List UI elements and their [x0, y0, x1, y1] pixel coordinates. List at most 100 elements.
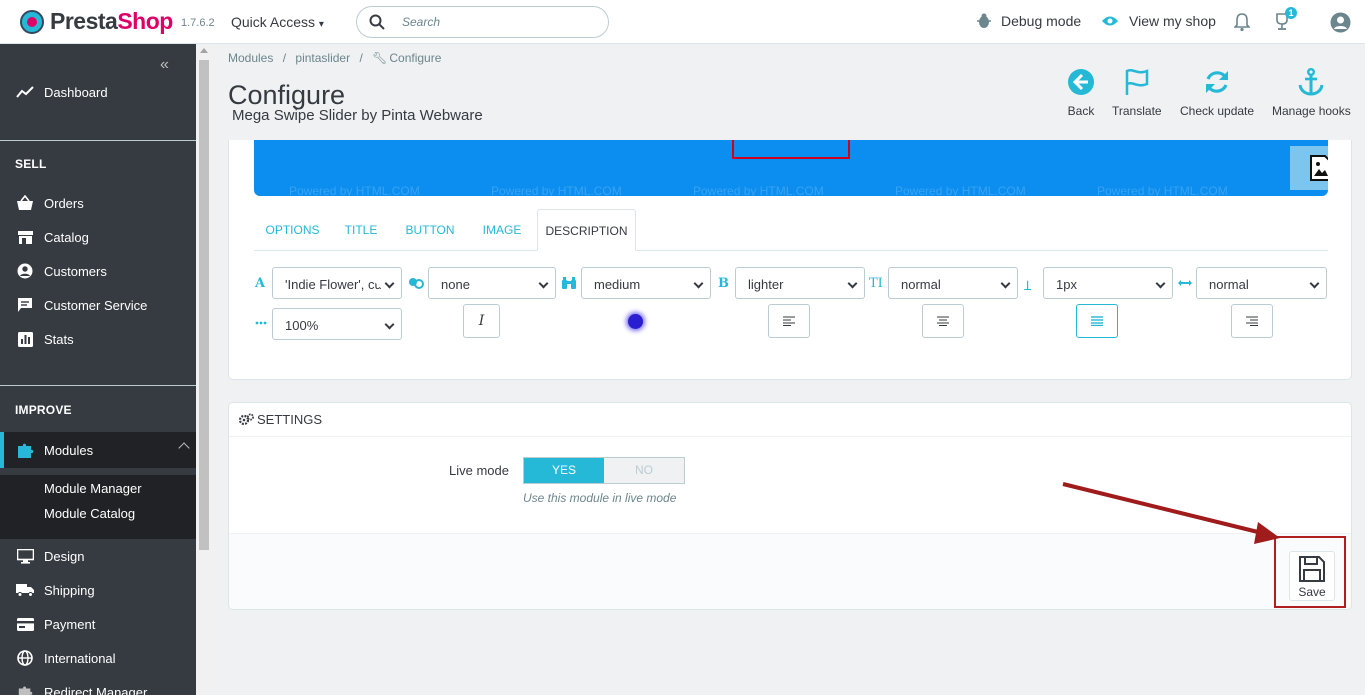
search-icon — [369, 14, 385, 30]
chat-icon — [0, 297, 44, 313]
check-update-button[interactable]: Check update — [1180, 68, 1254, 118]
translate-button[interactable]: Translate — [1112, 68, 1162, 118]
manage-hooks-button[interactable]: Manage hooks — [1272, 68, 1351, 118]
sidebar-item-shipping[interactable]: Shipping — [0, 573, 196, 607]
user-avatar-icon[interactable] — [1330, 12, 1351, 33]
sidebar-item-stats[interactable]: Stats — [0, 322, 196, 356]
bar-chart-icon — [0, 331, 44, 347]
tab-image[interactable]: IMAGE — [469, 209, 535, 251]
align-center-button[interactable] — [922, 304, 964, 338]
logo-text: PrestaShop — [50, 8, 173, 34]
align-left-button[interactable] — [768, 304, 810, 338]
submenu-module-manager[interactable]: Module Manager — [44, 481, 142, 496]
puzzle-icon — [4, 441, 44, 459]
live-mode-no[interactable]: NO — [604, 458, 684, 483]
font-weight-select[interactable]: lighter — [735, 267, 865, 299]
italic-toggle[interactable]: I — [463, 304, 500, 338]
image-file-icon — [1310, 155, 1328, 181]
scroll-up-arrow-icon[interactable] — [200, 48, 208, 53]
live-mode-yes[interactable]: YES — [524, 458, 604, 483]
sidebar-item-customers[interactable]: Customers — [0, 254, 196, 288]
chevron-down-icon — [693, 278, 704, 289]
search-input[interactable]: Search — [356, 6, 609, 38]
scrollbar-thumb[interactable] — [199, 60, 209, 550]
save-highlight-box — [1274, 536, 1346, 608]
sidebar-item-design[interactable]: Design — [0, 539, 196, 573]
trending-up-icon — [0, 86, 44, 98]
sidebar-item-redirect-manager[interactable]: Redirect Manager — [0, 675, 196, 695]
align-center-icon — [937, 316, 949, 326]
sidebar-item-modules[interactable]: Modules — [0, 432, 196, 468]
cogs-icon — [239, 413, 254, 426]
bell-icon[interactable] — [1234, 12, 1250, 32]
store-icon — [0, 230, 44, 245]
watermark-text: Powered by HTML.COM — [289, 184, 420, 196]
chevron-down-icon — [538, 278, 549, 289]
align-left-icon — [783, 316, 795, 326]
settings-panel-header: SETTINGS — [229, 403, 1351, 437]
slide-tabs: OPTIONS TITLE BUTTON IMAGE DESCRIPTION — [254, 209, 1328, 251]
font-family-select[interactable]: 'Indie Flower', cu — [272, 267, 402, 299]
version-label: 1.7.6.2 — [181, 17, 215, 29]
preview-highlight — [732, 140, 850, 159]
submenu-module-catalog[interactable]: Module Catalog — [44, 506, 135, 521]
live-mode-switch[interactable]: YES NO — [523, 457, 685, 484]
sidebar-section-improve: IMPROVE — [15, 403, 72, 417]
letter-spacing-select[interactable]: 1px — [1043, 267, 1173, 299]
sidebar-item-orders[interactable]: Orders — [0, 186, 196, 220]
flag-icon — [1125, 69, 1149, 95]
text-shadow-icon — [409, 278, 424, 289]
image-upload-button[interactable] — [1290, 146, 1328, 190]
prestashop-logo[interactable]: PrestaShop — [20, 8, 173, 35]
tab-description[interactable]: DESCRIPTION — [537, 209, 636, 251]
settings-panel-footer: Save — [229, 533, 1351, 609]
sidebar-item-dashboard[interactable]: Dashboard — [0, 75, 196, 109]
tab-options[interactable]: OPTIONS — [254, 209, 331, 251]
watermark-text: Powered by HTML.COM — [1097, 184, 1228, 196]
notification-badge: 1 — [1285, 7, 1297, 19]
truck-icon — [0, 583, 44, 597]
shopping-basket-icon — [0, 195, 44, 211]
tab-title[interactable]: TITLE — [331, 209, 391, 251]
sidebar-scrollbar[interactable] — [196, 44, 212, 695]
view-my-shop-link[interactable]: View my shop — [1101, 13, 1216, 29]
text-transform-select[interactable]: normal — [888, 267, 1018, 299]
text-color-picker[interactable] — [628, 314, 643, 329]
live-mode-label: Live mode — [449, 463, 509, 478]
account-circle-icon — [0, 263, 44, 279]
back-button[interactable]: Back — [1067, 68, 1095, 118]
sidebar-item-international[interactable]: International — [0, 641, 196, 675]
prestashop-logo-icon — [20, 9, 44, 34]
desktop-icon — [0, 548, 44, 564]
text-shadow-select[interactable]: none — [428, 267, 556, 299]
watermark-text: Powered by HTML.COM — [491, 184, 622, 196]
align-right-button[interactable] — [1231, 304, 1273, 338]
sidebar-item-catalog[interactable]: Catalog — [0, 220, 196, 254]
word-spacing-select[interactable]: normal — [1196, 267, 1327, 299]
binoculars-icon — [562, 277, 576, 289]
refresh-icon — [1206, 71, 1229, 93]
breadcrumb-modules[interactable]: Modules — [228, 51, 273, 65]
breadcrumb-pintaslider[interactable]: pintaslider — [295, 51, 350, 65]
quick-access-dropdown[interactable]: Quick Access ▾ — [231, 14, 324, 30]
chevron-down-icon — [384, 278, 395, 289]
chevron-down-icon — [1309, 278, 1320, 289]
collapse-sidebar-button[interactable]: « — [160, 56, 169, 74]
text-height-icon: TI — [869, 276, 883, 291]
debug-mode-link[interactable]: Debug mode — [977, 13, 1081, 29]
tab-button[interactable]: BUTTON — [391, 209, 469, 251]
settings-panel: SETTINGS Live mode YES NO Use this modul… — [228, 402, 1352, 610]
watermark-text: Powered by HTML.COM — [895, 184, 1026, 196]
line-height-select[interactable]: 100% — [272, 308, 402, 340]
wrench-icon: 🔧︎ — [372, 51, 388, 65]
live-mode-help: Use this module in live mode — [523, 491, 677, 505]
font-size-select[interactable]: medium — [581, 267, 711, 299]
chevron-down-icon — [384, 319, 395, 330]
slide-preview: Powered by HTML.COM Powered by HTML.COM … — [254, 140, 1328, 196]
credit-card-icon — [0, 617, 44, 631]
arrow-left-circle-icon — [1068, 69, 1094, 95]
sidebar-item-customer-service[interactable]: Customer Service — [0, 288, 196, 322]
align-right-icon — [1246, 316, 1258, 326]
align-justify-button[interactable] — [1076, 304, 1118, 338]
sidebar-item-payment[interactable]: Payment — [0, 607, 196, 641]
